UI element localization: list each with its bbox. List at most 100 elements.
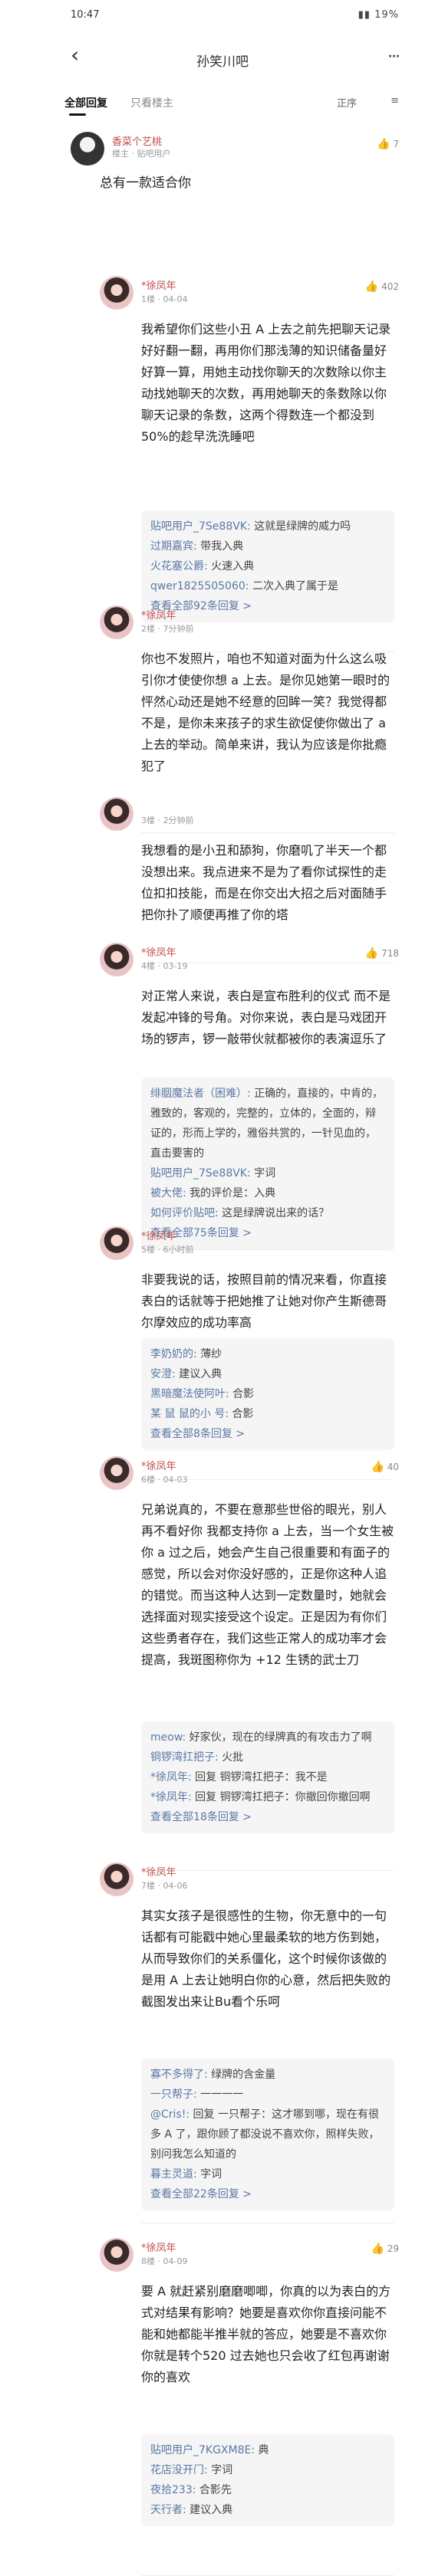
user-avatar[interactable] [100,2238,134,2272]
sub-reply-item[interactable]: 夜拾233: 合影先 [150,2480,385,2500]
status-time: 10:47 [71,9,100,21]
like-count: 29 [384,2243,399,2254]
like-button[interactable]: 👍 29 [371,2243,399,2255]
sub-reply-text: 合影先 [196,2484,232,2496]
sub-reply-item[interactable]: 李奶奶的: 薄纱 [150,1344,385,1364]
sub-reply-author[interactable]: 贴吧用户_7KGXM8E: [150,2444,255,2456]
username[interactable]: *徐凤年 [141,944,176,959]
sub-reply-author[interactable]: 寡不多得了: [150,2069,208,2081]
sub-reply-author[interactable]: 安澄: [150,1368,176,1380]
floor-text: 我希望你们这些小丑 A 上去之前先把聊天记录好好翻一翻，再用你们那浅薄的知识储备… [141,322,391,444]
sub-reply-author[interactable]: 铜锣湾扛把子: [150,1751,219,1764]
sub-reply-item[interactable]: 一只帮子: 一一一一 [150,2085,385,2105]
sub-reply-item[interactable]: 寡不多得了: 绿牌的含金量 [150,2065,385,2085]
sub-reply-author[interactable]: 某 鼠 鼠的小 号: [150,1408,229,1420]
sub-reply-author[interactable]: 一只帮子: [150,2089,197,2101]
op-avatar[interactable] [71,132,104,166]
floor-meta: 6楼 · 04-03 [141,1475,188,1485]
sub-reply-text: 薄纱 [196,1348,222,1360]
username[interactable]: *徐凤年 [141,277,176,292]
sub-reply-author[interactable]: 如何评价贴吧: [150,1207,219,1219]
view-all-replies-link[interactable]: 查看全部22条回复 > [150,2184,385,2204]
op-meta: 楼主 · 贴吧用户 [112,149,171,159]
sub-reply-author[interactable]: 被大佬: [150,1187,186,1199]
username[interactable]: *徐凤年 [141,1228,176,1242]
sub-reply-item[interactable]: *徐凤年: 回复 铜锣湾扛把子：我不是 [150,1767,385,1787]
sub-reply-text: 回复 铜锣湾扛把子：你撤回你撤回啊 [191,1791,371,1803]
user-avatar[interactable] [100,1456,134,1490]
sub-reply-author[interactable]: 贴吧用户_7Se88VK: [150,1167,251,1180]
like-icon: 👍 [377,138,391,150]
sub-reply-item[interactable]: 某 鼠 鼠的小 号: 合影 [150,1404,385,1424]
like-button[interactable]: 👍 718 [365,947,399,960]
sub-reply-author[interactable]: 天行者: [150,2504,186,2516]
username[interactable]: *徐凤年 [141,2240,176,2254]
more-icon[interactable]: ··· [387,48,400,67]
sub-reply-item[interactable]: 贴吧用户_7Se88VK: 这就是绿牌的威力吗 [150,517,385,537]
user-avatar[interactable] [100,943,134,976]
sub-reply-author[interactable]: 夜拾233: [150,2484,196,2496]
sub-reply-text: 字词 [250,1167,276,1180]
view-all-replies-link[interactable]: 查看全部18条回复 > [150,1807,385,1827]
sub-reply-author[interactable]: qwer1825505060: [150,580,249,592]
view-all-replies-link[interactable]: 查看全部75条回复 > [150,1223,385,1243]
like-button[interactable]: 👍 402 [365,281,399,293]
user-avatar[interactable] [100,797,134,831]
sub-reply-author[interactable]: *徐凤年: [150,1791,192,1803]
like-button[interactable]: 👍 40 [371,1461,399,1473]
sub-reply-author[interactable]: 火花塞公爵: [150,560,208,573]
sub-reply-author[interactable]: 李奶奶的: [150,1348,197,1360]
sort-order[interactable]: 正序 [337,95,357,110]
op-post: 香菜个艺桃 楼主 · 贴吧用户 👍 7 总有一款适合你 [0,118,445,233]
sub-reply-item[interactable]: 贴吧用户_7KGXM8E: 典 [150,2440,385,2460]
status-bar: 10:47 ▮▮ 19% [0,0,445,31]
sub-reply-item[interactable]: 如何评价贴吧: 这是绿牌说出来的话？ [150,1203,385,1223]
sub-reply-item[interactable]: 黑暗魔法使阿叶: 合影 [150,1384,385,1404]
floor-meta: 1楼 · 04-04 [141,294,188,304]
user-avatar[interactable] [100,276,134,310]
view-all-replies-link[interactable]: 查看全部92条回复 > [150,596,385,616]
user-avatar[interactable] [100,1226,134,1260]
sub-reply-text: 回复 铜锣湾扛把子：我不是 [191,1771,328,1784]
sub-reply-item[interactable]: qwer1825505060: 二次入典了属于是 [150,576,385,596]
user-avatar[interactable] [100,605,134,639]
sub-reply-item[interactable]: 过期嘉宾: 带我入典 [150,537,385,556]
sub-reply-item[interactable]: 铜锣湾扛把子: 火批 [150,1747,385,1767]
top-nav: ‹ 孙笑川吧 ··· [0,31,445,84]
tab-bar: 全部回复 只看楼主 正序 ≡ [0,84,445,118]
sub-reply-text: 一一一一 [196,2089,244,2101]
sub-reply-item[interactable]: *徐凤年: 回复 铜锣湾扛把子：你撤回你撤回啊 [150,1787,385,1807]
sub-reply-item[interactable]: @Cris!: 回复 一只帮子：这才哪到哪，现在有很多 A 了，跟你顾了都没说不… [150,2105,385,2164]
sub-reply-author[interactable]: 暮主灵道: [150,2168,197,2181]
sub-reply-item[interactable]: meow: 好家伙，现在的绿牌真的有攻击力了啊 [150,1728,385,1747]
sub-reply-item[interactable]: 安澄: 建议入典 [150,1364,385,1384]
sub-reply-item[interactable]: 绯胭魔法者（困难）: 正确的，直接的，中肯的，雅致的，客观的，完整的，立体的，全… [150,1084,385,1163]
username[interactable]: *徐凤年 [141,1458,176,1472]
sub-reply-author[interactable]: 贴吧用户_7Se88VK: [150,520,251,533]
tab-all-replies[interactable]: 全部回复 [64,95,107,110]
like-count: 402 [378,281,399,292]
sub-reply-text: 典 [255,2444,269,2456]
username[interactable]: *徐凤年 [141,1864,176,1879]
sub-reply-item[interactable]: 天行者: 建议入典 [150,2500,385,2520]
sub-reply-author[interactable]: 花店没开门: [150,2464,208,2476]
tab-only-op[interactable]: 只看楼主 [130,95,173,110]
sub-reply-author[interactable]: 黑暗魔法使阿叶: [150,1388,229,1400]
username[interactable]: *徐凤年 [141,607,176,622]
floor-meta: 5楼 · 6小时前 [141,1245,194,1255]
sub-reply-author[interactable]: meow: [150,1731,186,1744]
sub-reply-author[interactable]: *徐凤年: [150,1771,192,1784]
sub-reply-item[interactable]: 火花塞公爵: 火速入典 [150,556,385,576]
sub-reply-author[interactable]: 过期嘉宾: [150,540,197,553]
sub-reply-item[interactable]: 暮主灵道: 字词 [150,2164,385,2184]
view-all-replies-link[interactable]: 查看全部8条回复 > [150,1424,385,1444]
user-avatar[interactable] [100,1862,134,1896]
op-like[interactable]: 👍 7 [377,138,399,150]
op-username[interactable]: 香菜个艺桃 [112,133,162,148]
sub-reply-item[interactable]: 贴吧用户_7Se88VK: 字词 [150,1163,385,1183]
sub-reply-author[interactable]: @Cris!: [150,2108,190,2121]
sub-reply-author[interactable]: 绯胭魔法者（困难）: [150,1088,251,1100]
sub-reply-item[interactable]: 被大佬: 我的评价是：入典 [150,1183,385,1203]
sort-menu-icon[interactable]: ≡ [391,95,399,107]
sub-reply-item[interactable]: 花店没开门: 字词 [150,2460,385,2480]
